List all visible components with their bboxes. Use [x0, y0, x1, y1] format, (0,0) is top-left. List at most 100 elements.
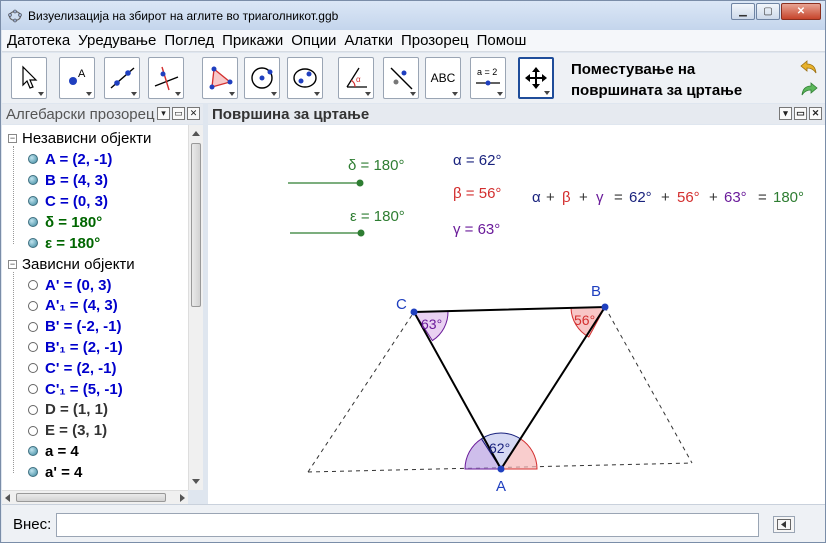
algebra-close-button[interactable]: ✕	[187, 107, 200, 120]
reflect-tool-button[interactable]	[383, 57, 419, 99]
angle-b-label: 56°	[574, 312, 595, 328]
visibility-toggle-icon[interactable]	[28, 154, 38, 164]
scroll-thumb[interactable]	[191, 143, 201, 307]
move-graphics-tool-button[interactable]	[518, 57, 554, 99]
undo-button[interactable]	[798, 57, 820, 77]
algebra-item[interactable]: B'₁ = (2, -1)	[16, 337, 123, 357]
visibility-toggle-icon[interactable]	[28, 342, 38, 353]
perpendicular-tool-button[interactable]	[148, 57, 184, 99]
visibility-toggle-icon[interactable]	[28, 467, 38, 478]
slider-delta-label: δ = 180°	[348, 157, 404, 174]
visibility-toggle-icon[interactable]	[28, 196, 38, 206]
visibility-toggle-icon[interactable]	[28, 280, 38, 290]
visibility-toggle-icon[interactable]	[28, 404, 38, 415]
slider-epsilon-handle[interactable]	[357, 229, 365, 237]
algebra-menu-button[interactable]: ▾	[157, 107, 170, 120]
menu-file[interactable]: Датотека	[4, 32, 73, 49]
scroll-down-icon[interactable]	[192, 479, 200, 484]
graphics-close-button[interactable]: ✕	[809, 107, 822, 120]
point-b[interactable]	[601, 303, 609, 311]
move-tool-button[interactable]	[11, 57, 47, 99]
algebra-item[interactable]: C' = (2, -1)	[16, 358, 117, 378]
redo-icon	[801, 82, 818, 96]
toolbar: A α ABC a = 2 Поместување на површината …	[2, 53, 825, 103]
eq-gamma: γ	[596, 189, 604, 206]
collapse-icon[interactable]: −	[8, 133, 17, 143]
visibility-toggle-icon[interactable]	[28, 446, 38, 457]
visibility-toggle-icon[interactable]	[28, 425, 38, 436]
graphics-view[interactable]: δ = 180° ε = 180° α = 62° β = 56° γ = 63…	[208, 125, 825, 504]
tree-connector	[13, 272, 14, 473]
graphics-view-title: Површина за цртање	[212, 105, 370, 123]
menu-tools[interactable]: Алатки	[341, 32, 396, 49]
menu-edit[interactable]: Уредување	[75, 32, 159, 49]
visibility-toggle-icon[interactable]	[28, 217, 38, 227]
menu-view[interactable]: Поглед	[161, 32, 217, 49]
point-tool-button[interactable]: A	[59, 57, 95, 99]
graphics-menu-button[interactable]: ▾	[779, 107, 792, 120]
menu-help[interactable]: Помош	[474, 32, 530, 49]
algebra-item[interactable]: A = (2, -1)	[16, 149, 112, 169]
maximize-button[interactable]: ▢	[756, 3, 780, 20]
algebra-item[interactable]: δ = 180°	[16, 212, 102, 232]
angle-a-label: 62°	[489, 440, 510, 456]
visibility-toggle-icon[interactable]	[28, 321, 38, 332]
menu-options[interactable]: Опции	[288, 32, 339, 49]
algebra-item[interactable]: E = (3, 1)	[16, 421, 107, 441]
algebra-undock-button[interactable]: ▭	[172, 107, 185, 120]
redo-button[interactable]	[798, 79, 820, 99]
algebra-item[interactable]: A' = (0, 3)	[16, 275, 112, 295]
polygon-tool-button[interactable]	[202, 57, 238, 99]
point-c[interactable]	[410, 308, 418, 316]
algebra-item[interactable]: ε = 180°	[16, 233, 100, 253]
beta-value-text: β = 56°	[453, 185, 501, 202]
algebra-group[interactable]: − Зависни објекти	[8, 254, 135, 274]
algebra-item-text: E = (3, 1)	[45, 422, 108, 440]
eq-plus-4: +	[709, 189, 718, 206]
visibility-toggle-icon[interactable]	[28, 363, 38, 374]
point-a[interactable]	[497, 465, 505, 473]
dashed-line-left	[307, 311, 415, 473]
slider-delta-handle[interactable]	[356, 179, 364, 187]
input-field[interactable]	[56, 513, 759, 537]
line-tool-button[interactable]	[104, 57, 140, 99]
algebra-item[interactable]: A'₁ = (4, 3)	[16, 296, 118, 316]
text-tool-button[interactable]: ABC	[425, 57, 461, 99]
algebra-item[interactable]: B' = (-2, -1)	[16, 317, 122, 337]
algebra-group[interactable]: − Независни објекти	[8, 128, 151, 148]
close-button[interactable]: ✕	[781, 3, 821, 20]
visibility-toggle-icon[interactable]	[28, 175, 38, 185]
algebra-item-text: ε = 180°	[45, 234, 101, 252]
point-c-label: C	[396, 296, 407, 313]
algebra-item[interactable]: D = (1, 1)	[16, 400, 108, 420]
menu-perspectives[interactable]: Прикажи	[219, 32, 286, 49]
visibility-toggle-icon[interactable]	[28, 238, 38, 248]
algebra-item[interactable]: a = 4	[16, 441, 79, 461]
menu-window[interactable]: Прозорец	[398, 32, 472, 49]
drawing-canvas[interactable]: δ = 180° ε = 180° α = 62° β = 56° γ = 63…	[208, 125, 825, 504]
visibility-toggle-icon[interactable]	[28, 384, 38, 394]
algebra-horizontal-scrollbar[interactable]	[2, 490, 188, 504]
visibility-toggle-icon[interactable]	[28, 300, 38, 311]
slider-tool-button[interactable]: a = 2	[470, 57, 506, 99]
scroll-right-icon[interactable]	[180, 494, 185, 502]
algebra-item[interactable]: a' = 4	[16, 462, 82, 482]
algebra-item[interactable]: C'₁ = (5, -1)	[16, 379, 123, 399]
algebra-vertical-scrollbar[interactable]	[188, 125, 203, 490]
algebra-item-text: A' = (0, 3)	[45, 276, 112, 294]
algebra-group-label: Зависни објекти	[22, 255, 135, 273]
conic-tool-button[interactable]	[287, 57, 323, 99]
collapse-icon[interactable]: −	[8, 259, 17, 269]
scroll-up-icon[interactable]	[192, 131, 200, 136]
scroll-left-icon[interactable]	[5, 494, 10, 502]
circle-tool-button[interactable]	[244, 57, 280, 99]
scroll-thumb-horizontal[interactable]	[16, 493, 166, 502]
graphics-undock-button[interactable]: ▭	[794, 107, 807, 120]
minimize-button[interactable]: ▁	[731, 3, 755, 20]
algebra-item-text: a' = 4	[45, 463, 83, 481]
algebra-item[interactable]: B = (4, 3)	[16, 170, 108, 190]
eq-plus-2: +	[579, 189, 588, 206]
input-help-button[interactable]	[773, 516, 795, 533]
angle-tool-button[interactable]: α	[338, 57, 374, 99]
algebra-item[interactable]: C = (0, 3)	[16, 191, 108, 211]
